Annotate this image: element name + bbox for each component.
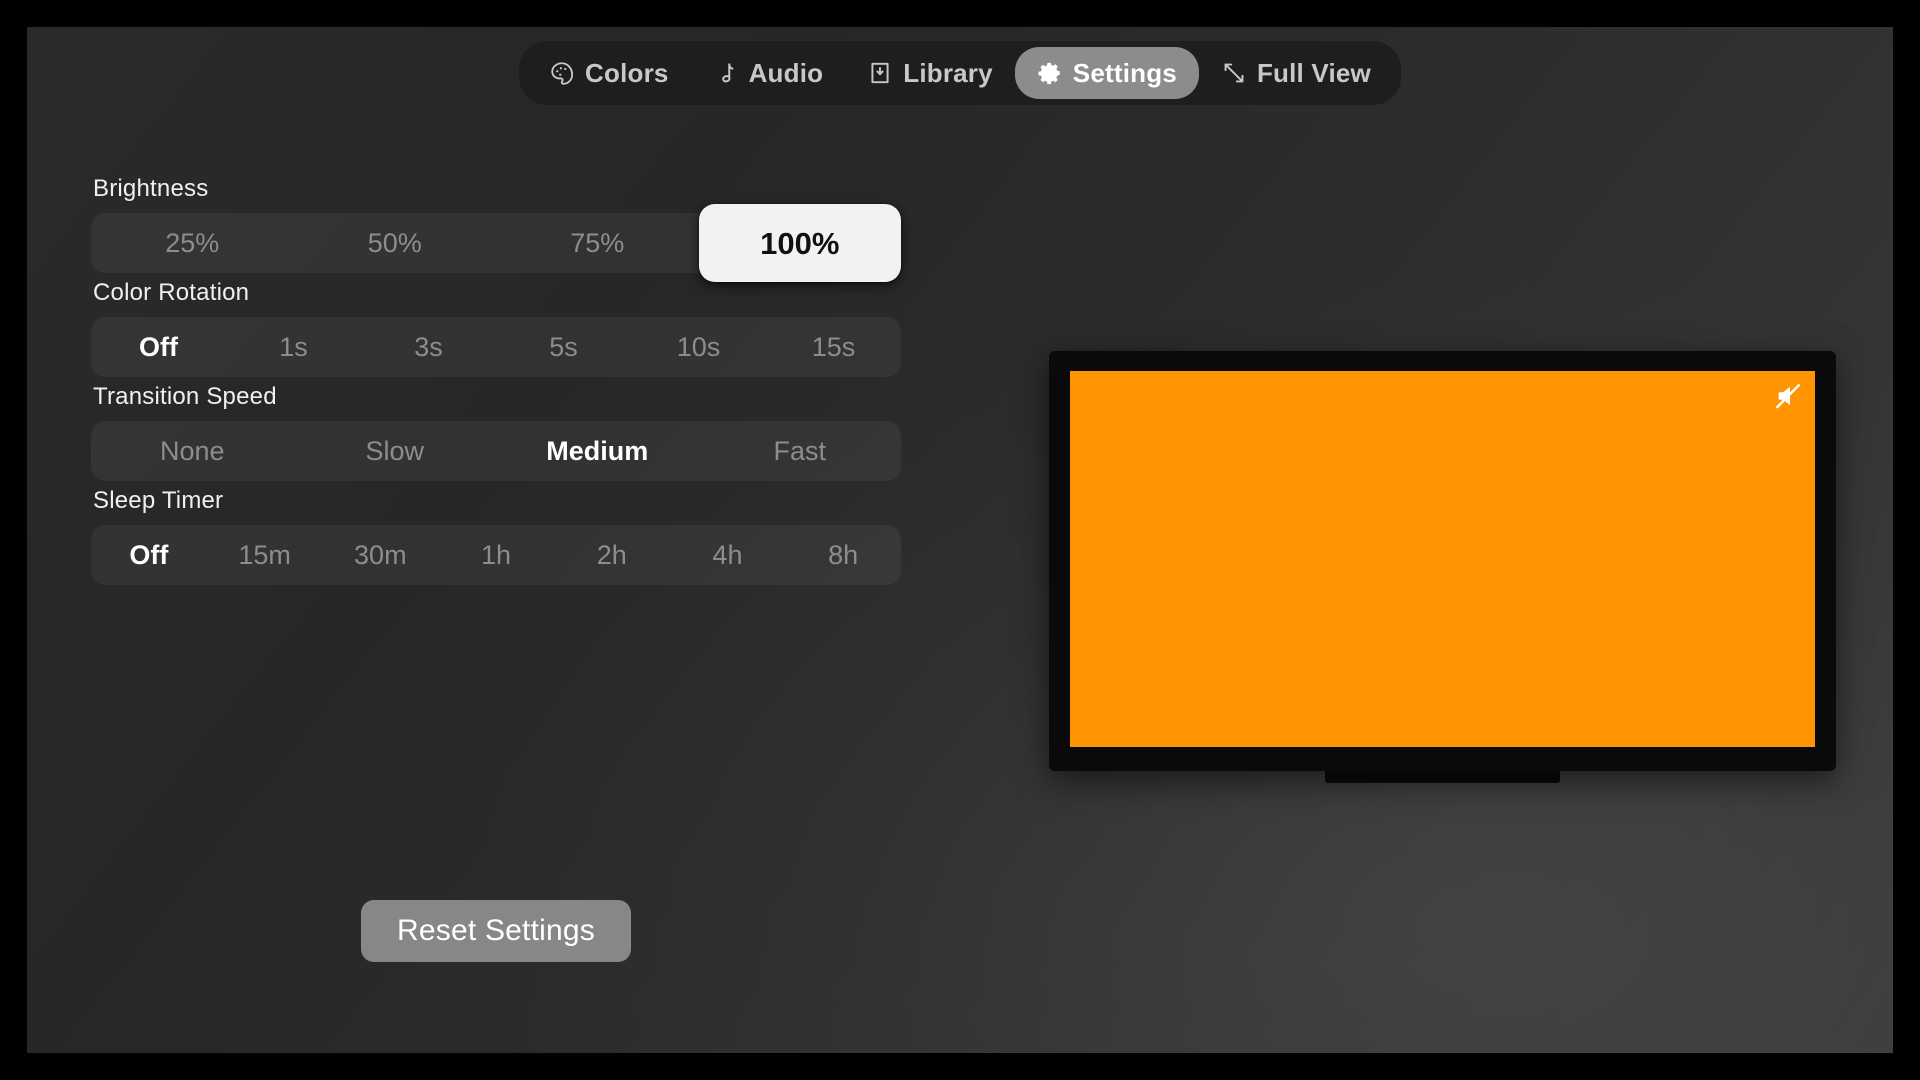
reset-settings-container: Reset Settings: [91, 900, 901, 962]
segment-option-25[interactable]: 25%: [91, 213, 294, 273]
palette-icon: [549, 60, 575, 86]
nav-tab-label: Settings: [1072, 58, 1177, 88]
nav-tab-label: Full View: [1256, 58, 1371, 88]
setting-group-transition-speed: Transition Speed None Slow Medium Fast: [91, 385, 901, 481]
library-icon: [867, 60, 893, 86]
segmented-control-sleep-timer: Off 15m 30m 1h 2h 4h 8h: [91, 525, 901, 585]
segment-option-15m[interactable]: 15m: [207, 525, 323, 585]
segment-option-10s[interactable]: 10s: [631, 317, 766, 377]
segment-option-75[interactable]: 75%: [496, 213, 699, 273]
segment-option-fast[interactable]: Fast: [699, 421, 902, 481]
nav-tab-label: Colors: [585, 58, 669, 88]
nav-bar: Colors Audio Library Settings Full View: [519, 41, 1401, 105]
nav-tab-settings[interactable]: Settings: [1014, 47, 1199, 99]
segment-option-4h[interactable]: 4h: [670, 525, 786, 585]
segment-option-off[interactable]: Off: [91, 525, 207, 585]
nav-tab-label: Library: [903, 58, 993, 88]
tv-screen[interactable]: [1070, 371, 1815, 747]
segment-option-2h[interactable]: 2h: [554, 525, 670, 585]
setting-group-sleep-timer: Sleep Timer Off 15m 30m 1h 2h 4h 8h: [91, 489, 901, 585]
setting-group-color-rotation: Color Rotation Off 1s 3s 5s 10s 15s: [91, 281, 901, 377]
nav-tab-colors[interactable]: Colors: [527, 47, 691, 99]
setting-group-label: Transition Speed: [93, 383, 277, 410]
setting-group-brightness: Brightness 25% 50% 75% 100%: [91, 175, 901, 282]
segment-option-5s[interactable]: 5s: [496, 317, 631, 377]
nav-tab-full-view[interactable]: Full View: [1199, 47, 1393, 99]
segmented-control-transition-speed: None Slow Medium Fast: [91, 421, 901, 481]
settings-panel: Brightness 25% 50% 75% 100% Color Rotation Off…: [91, 177, 901, 593]
nav-tab-label: Audio: [748, 58, 824, 88]
setting-group-label: Brightness: [93, 175, 209, 202]
segment-option-1h[interactable]: 1h: [438, 525, 554, 585]
segment-option-1s[interactable]: 1s: [226, 317, 361, 377]
segment-option-30m[interactable]: 30m: [322, 525, 438, 585]
music-note-icon: [713, 60, 739, 86]
tv-bezel: [1049, 351, 1836, 771]
expand-icon: [1221, 60, 1247, 86]
nav-tab-audio[interactable]: Audio: [691, 47, 846, 99]
segment-option-100[interactable]: 100%: [698, 204, 901, 282]
segmented-control-color-rotation: Off 1s 3s 5s 10s 15s: [91, 317, 901, 377]
setting-group-label: Sleep Timer: [93, 487, 224, 514]
segment-option-50[interactable]: 50%: [294, 213, 497, 273]
speaker-muted-icon: [1773, 381, 1803, 411]
segment-option-medium[interactable]: Medium: [496, 421, 699, 481]
nav-tab-library[interactable]: Library: [845, 47, 1015, 99]
segmented-control-brightness: 25% 50% 75% 100%: [91, 204, 901, 282]
tv-preview: [1049, 351, 1836, 783]
segment-option-none[interactable]: None: [91, 421, 294, 481]
gear-icon: [1037, 60, 1063, 86]
segment-option-slow[interactable]: Slow: [294, 421, 497, 481]
top-navigation: Colors Audio Library Settings Full View: [27, 41, 1893, 105]
segment-option-15s[interactable]: 15s: [766, 317, 901, 377]
segment-option-3s[interactable]: 3s: [361, 317, 496, 377]
segment-option-off[interactable]: Off: [91, 317, 226, 377]
tv-stand: [1325, 771, 1560, 783]
setting-group-label: Color Rotation: [93, 279, 250, 306]
segment-option-8h[interactable]: 8h: [785, 525, 901, 585]
reset-settings-button[interactable]: Reset Settings: [361, 900, 631, 962]
app-window: Colors Audio Library Settings Full View Brig…: [27, 27, 1893, 1053]
